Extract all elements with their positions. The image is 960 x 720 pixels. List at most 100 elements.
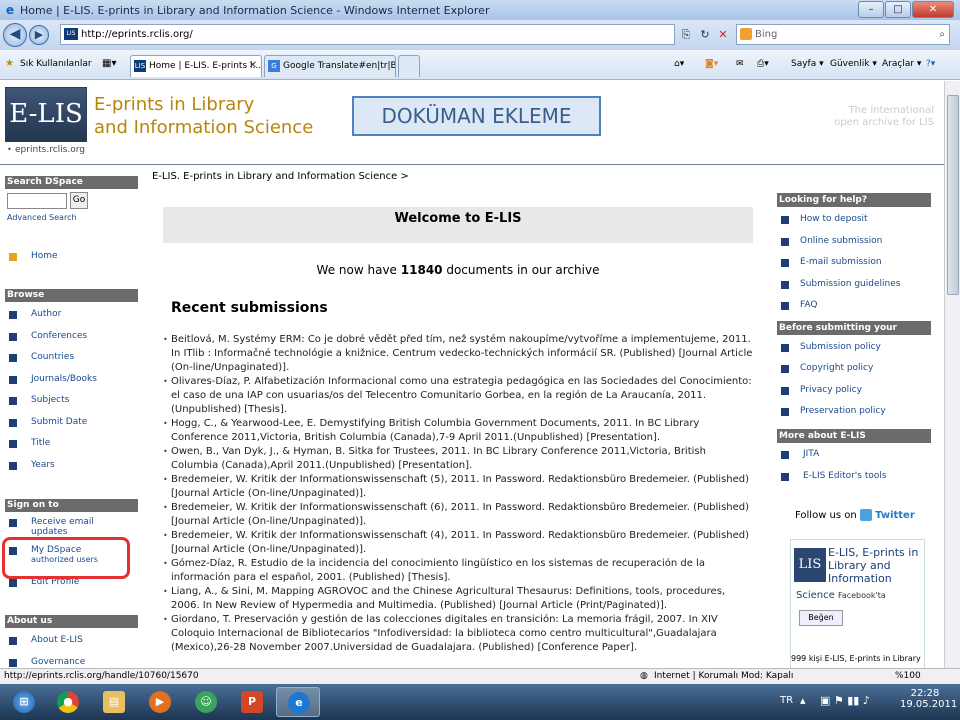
chrome-icon[interactable]: ● xyxy=(46,687,90,717)
submission-item[interactable]: Bredemeier, W. Kritik der Informationswi… xyxy=(163,529,753,557)
submission-item[interactable]: Owen, B., Van Dyk, J., & Hyman, B. Sitka… xyxy=(163,445,753,473)
close-button[interactable]: ✕ xyxy=(912,1,954,18)
clock[interactable]: 22:28 19.05.2011 xyxy=(900,688,957,710)
status-bar: http://eprints.rclis.org/handle/10760/15… xyxy=(0,668,960,684)
explorer-icon[interactable]: ▤ xyxy=(92,687,136,717)
follow-twitter[interactable]: Follow us on Twitter xyxy=(795,509,915,521)
submission-item[interactable]: Bredemeier, W. Kritik der Informationswi… xyxy=(163,501,753,529)
bullet-icon xyxy=(781,451,789,459)
twitter-icon xyxy=(859,509,872,521)
home-icon[interactable]: ⌂▾ xyxy=(674,59,684,69)
submission-list: Beitlová, M. Systémy ERM: Co je dobré vě… xyxy=(163,333,753,655)
favorites-star-icon[interactable]: ★ xyxy=(5,58,14,69)
bullet-icon xyxy=(9,354,17,362)
submission-item[interactable]: Liang, A., & Sini, M. Mapping AGROVOC an… xyxy=(163,585,753,613)
submission-item[interactable]: Beitlová, M. Systémy ERM: Co je dobré vě… xyxy=(163,333,753,375)
bullet-icon xyxy=(9,637,17,645)
print-icon[interactable]: ⎙▾ xyxy=(757,59,769,69)
document-count: We now have 11840 documents in our archi… xyxy=(316,263,600,277)
site-logo[interactable]: E-LIS eprints.rclis.org xyxy=(5,87,87,157)
ie-icon: e xyxy=(5,3,15,17)
status-zone: Internet | Korumalı Mod: Kapalı xyxy=(654,671,794,681)
fb-page-science: Science Facebook'ta xyxy=(796,590,886,601)
refresh-icon[interactable]: ↻ xyxy=(697,26,713,44)
bullet-icon xyxy=(9,397,17,405)
stop-icon[interactable]: ✕ xyxy=(715,26,731,44)
facebook-widget: LIS E-LIS, E-prints in Library and Infor… xyxy=(790,539,925,668)
page-viewport: E-LIS eprints.rclis.org E-prints in Libr… xyxy=(0,81,944,668)
url-field[interactable]: LIS http://eprints.rclis.org/ xyxy=(60,24,675,45)
bullet-icon xyxy=(9,462,17,470)
recent-submissions-heading: Recent submissions xyxy=(171,300,328,316)
submission-item[interactable]: Olivares-Díaz, P. Alfabetización Informa… xyxy=(163,375,753,417)
forward-button[interactable]: ▶ xyxy=(29,25,49,45)
tray-arrow-icon[interactable]: ▴ xyxy=(800,694,806,707)
submission-item[interactable]: Bredemeier, W. Kritik der Informationswi… xyxy=(163,473,753,501)
zoom-level[interactable]: %100 xyxy=(895,669,921,684)
bullet-icon xyxy=(9,659,17,667)
back-button[interactable]: ◀ xyxy=(3,23,27,47)
tools-menu[interactable]: Araçlar ▾ xyxy=(882,59,921,69)
search-icon[interactable]: ⌕ xyxy=(939,25,945,44)
international-archive-tagline: The international open archive for LIS xyxy=(834,105,934,128)
bullet-icon xyxy=(9,333,17,341)
folder-icon xyxy=(9,253,17,261)
about-us-heading: About us xyxy=(5,615,138,628)
bullet-icon xyxy=(9,311,17,319)
favicon-icon: LIS xyxy=(64,28,78,40)
maximize-button[interactable]: □ xyxy=(885,1,911,18)
bing-icon xyxy=(740,28,752,40)
bullet-icon xyxy=(9,440,17,448)
search-input[interactable]: Bing ⌕ xyxy=(736,24,950,45)
start-button[interactable]: ⊞ xyxy=(2,687,46,717)
elis-tab-icon: LIS xyxy=(134,60,146,72)
submission-item[interactable]: Giordano, T. Preservación y gestión de l… xyxy=(163,613,753,655)
more-about-elis-heading: More about E-LIS xyxy=(777,429,931,443)
tab-elis[interactable]: LIS Home | E-LIS. E-prints i... ✕ xyxy=(130,55,262,77)
status-url: http://eprints.rclis.org/handle/10760/15… xyxy=(4,671,199,681)
mail-icon[interactable]: ✉ xyxy=(736,59,744,69)
fb-fans-count: 999 kişi E-LIS, E-prints in Library xyxy=(791,654,921,663)
new-tab-button[interactable] xyxy=(398,55,420,77)
title-bar: e Home | E-LIS. E-prints in Library and … xyxy=(0,0,960,20)
google-tab-icon: G xyxy=(268,60,280,72)
ie-taskbar-icon[interactable]: e xyxy=(276,687,320,717)
dspace-search-input[interactable] xyxy=(7,193,67,209)
browse-heading: Browse xyxy=(5,289,138,302)
fb-like-button[interactable]: Beğen xyxy=(799,610,843,626)
tray-icons[interactable]: ▣ ⚑ ▮▮ ♪ xyxy=(820,694,870,707)
security-menu[interactable]: Güvenlik ▾ xyxy=(830,59,877,69)
minimize-button[interactable]: – xyxy=(858,1,884,18)
bullet-icon xyxy=(781,387,789,395)
bullet-icon xyxy=(781,259,789,267)
advanced-search-link[interactable]: Advanced Search xyxy=(7,213,77,222)
window-title: Home | E-LIS. E-prints in Library and In… xyxy=(20,3,490,17)
bullet-icon xyxy=(781,281,789,289)
taskbar: ⊞ ● ▤ ▶ ☺ P e TR ▴ ▣ ⚑ ▮▮ ♪ 22:28 19.05.… xyxy=(0,684,960,720)
page-menu[interactable]: Sayfa ▾ xyxy=(791,59,824,69)
favorites-label[interactable]: Sık Kullanılanlar xyxy=(20,59,92,69)
sign-on-heading: Sign on to xyxy=(5,499,138,512)
compat-view-icon[interactable]: ⎘ xyxy=(678,26,694,44)
breadcrumb[interactable]: E-LIS. E-prints in Library and Informati… xyxy=(152,171,409,182)
fb-page-name[interactable]: E-LIS, E-prints in Library and Informati… xyxy=(828,546,924,585)
media-player-icon[interactable]: ▶ xyxy=(138,687,182,717)
elis-fb-logo: LIS xyxy=(794,548,826,582)
submission-item[interactable]: Gómez-Díaz, R. Estudio de la incidencia … xyxy=(163,557,753,585)
scroll-thumb[interactable] xyxy=(947,95,959,295)
bullet-icon xyxy=(9,579,17,587)
bullet-icon xyxy=(781,216,789,224)
powerpoint-icon[interactable]: P xyxy=(230,687,274,717)
submission-item[interactable]: Hogg, C., & Yearwood-Lee, E. Demystifyin… xyxy=(163,417,753,445)
messenger-icon[interactable]: ☺ xyxy=(184,687,228,717)
highlight-circle xyxy=(2,537,130,579)
rss-icon[interactable]: ◙▾ xyxy=(705,59,718,69)
tab-google-translate[interactable]: GGoogle Translate#en|tr|Bo... xyxy=(264,55,396,77)
go-button[interactable]: Go xyxy=(70,192,88,209)
quick-tabs-icon[interactable]: ▦▾ xyxy=(102,58,116,69)
tab-close-icon[interactable]: ✕ xyxy=(249,56,257,76)
language-indicator[interactable]: TR xyxy=(780,695,793,706)
bullet-icon xyxy=(781,365,789,373)
vertical-scrollbar[interactable] xyxy=(944,81,960,668)
help-icon[interactable]: ?▾ xyxy=(926,59,935,69)
